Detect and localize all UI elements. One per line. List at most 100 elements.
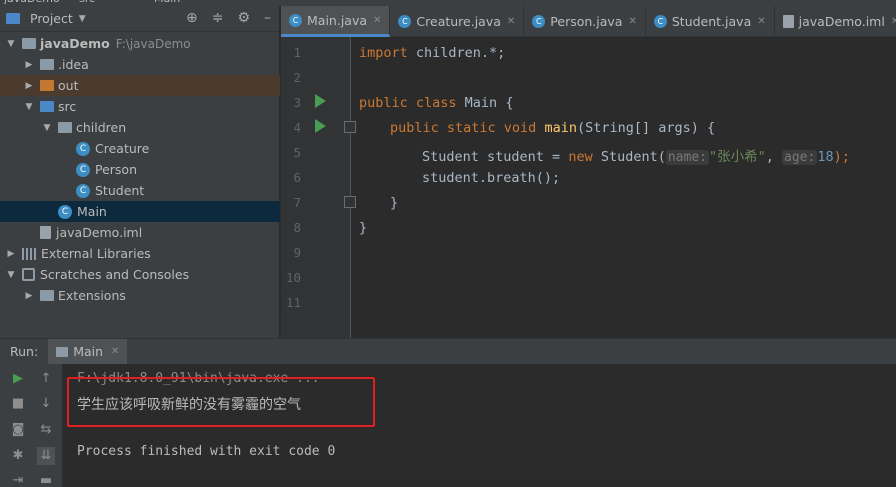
line-number: 7 — [293, 195, 301, 210]
close-icon[interactable]: ✕ — [111, 346, 119, 357]
close-icon[interactable]: ✕ — [757, 16, 765, 27]
code-line-4: public static void main(String[] args) { — [390, 120, 716, 136]
console-exit-line: Process finished with exit code 0 — [77, 444, 336, 459]
tree-item-label: Extensions — [58, 288, 126, 303]
chevron-down-icon[interactable]: ▼ — [42, 123, 52, 133]
breadcrumb-item[interactable]: Main — [154, 0, 180, 5]
code-line-5: Student student = new Student(name: "张小希"… — [422, 149, 850, 165]
close-icon[interactable]: ✕ — [628, 16, 636, 27]
run-toolbar: ▶ ↑ ■ ↓ ◙ ⇆ ✱ ⇊ ⇥ ▬ — [0, 364, 62, 487]
close-icon[interactable]: ✕ — [507, 16, 515, 27]
tab-main-java[interactable]: C Main.java ✕ — [281, 6, 391, 37]
rerun-icon[interactable]: ▶ — [9, 370, 27, 388]
breadcrumb-item[interactable]: javaDemo — [4, 0, 60, 5]
tree-item-src[interactable]: ▼ src — [0, 96, 280, 117]
tree-item-main[interactable]: C Main — [0, 201, 280, 222]
chevron-right-icon[interactable]: ▶ — [24, 291, 34, 301]
tab-label: Creature.java — [416, 14, 501, 29]
arrow-up-icon[interactable]: ↑ — [37, 370, 55, 388]
line-number: 8 — [293, 220, 301, 235]
tree-item-label: Main — [77, 204, 107, 219]
tab-creature-java[interactable]: C Creature.java ✕ — [390, 6, 525, 37]
gear-icon[interactable]: ⚙ — [237, 10, 250, 26]
tree-item--idea[interactable]: ▶ .idea — [0, 54, 280, 75]
arrow-down-icon[interactable]: ↓ — [37, 395, 55, 413]
tree-item-label: javaDemo — [40, 36, 110, 51]
tree-item-out[interactable]: ▶ out — [0, 75, 280, 96]
line-number: 10 — [285, 270, 301, 285]
run-tab-label: Main — [73, 344, 104, 359]
chevron-down-icon[interactable]: ▼ — [79, 14, 86, 24]
line-number: 11 — [285, 295, 301, 310]
code-line-3: public class Main { — [359, 95, 514, 111]
chevron-down-icon[interactable]: ▼ — [24, 102, 34, 112]
tree-item-extensions[interactable]: ▶ Extensions — [0, 285, 280, 306]
java-class-icon: C — [58, 204, 72, 219]
tree-item-javademo-iml[interactable]: javaDemo.iml — [0, 222, 280, 243]
tree-item-label: Student — [95, 183, 145, 198]
tab-javademo-iml[interactable]: javaDemo.iml ✕ — [775, 6, 896, 37]
chevron-right-icon[interactable]: ▶ — [6, 249, 16, 259]
folder-icon — [40, 59, 54, 70]
chevron-right-icon[interactable]: ▶ — [24, 60, 34, 70]
line-number: 9 — [293, 245, 301, 260]
editor-tabs: C Main.java ✕ C Creature.java ✕ C Person.java ✕ C… — [281, 6, 896, 37]
tree-item-children[interactable]: ▼ children — [0, 117, 280, 138]
chevron-right-icon[interactable]: ▶ — [24, 81, 34, 91]
breadcrumb-item[interactable]: src — [79, 0, 95, 5]
tree-item-label: Scratches and Consoles — [40, 267, 190, 282]
run-class-icon[interactable] — [315, 94, 326, 108]
parameter-hint: name: — [665, 150, 709, 165]
tree-item-javademo[interactable]: ▼ javaDemo F:\javaDemo — [0, 33, 280, 54]
tree-item-external-libraries[interactable]: ▶ External Libraries — [0, 243, 280, 264]
line-number: 4 — [293, 120, 301, 135]
code-line-7: } — [390, 195, 399, 211]
tree-item-student[interactable]: C Student — [0, 180, 280, 201]
tab-person-java[interactable]: C Person.java ✕ — [524, 6, 646, 37]
scroll-to-end-icon[interactable]: ⇊ — [37, 447, 55, 465]
project-view-selector[interactable]: Project — [30, 11, 73, 26]
parameter-hint: age: — [782, 150, 818, 165]
hide-icon[interactable]: – — [264, 10, 271, 26]
settings-icon[interactable]: ✱ — [9, 447, 27, 465]
tree-item-label: Person — [95, 162, 138, 177]
fold-marker-icon[interactable] — [344, 121, 356, 133]
file-icon — [782, 15, 794, 28]
camera-icon[interactable]: ◙ — [9, 421, 27, 439]
soft-wrap-icon[interactable]: ⇆ — [37, 421, 55, 439]
tab-label: Student.java — [671, 14, 752, 29]
close-icon[interactable]: ✕ — [373, 15, 381, 26]
file-icon — [40, 226, 51, 239]
java-class-icon: C — [76, 141, 90, 156]
tree-item-label: out — [58, 78, 79, 93]
tree-item-scratches-and-consoles[interactable]: ▼ Scratches and Consoles — [0, 264, 280, 285]
exit-icon[interactable]: ⇥ — [9, 472, 27, 487]
tree-item-person[interactable]: C Person — [0, 159, 280, 180]
run-tab-main[interactable]: Main ✕ — [48, 338, 128, 365]
print-icon[interactable]: ▬ — [37, 472, 55, 487]
line-number: 1 — [293, 45, 301, 60]
tab-label: javaDemo.iml — [798, 14, 885, 29]
collapse-all-icon[interactable]: ≑ — [212, 10, 224, 26]
close-icon[interactable]: ✕ — [891, 16, 896, 27]
code-line-6: student.breath(); — [422, 170, 561, 186]
chevron-down-icon[interactable]: ▼ — [6, 39, 16, 49]
run-main-icon[interactable] — [315, 119, 326, 133]
tab-student-java[interactable]: C Student.java ✕ — [646, 6, 775, 37]
tree-item-label: javaDemo.iml — [56, 225, 143, 240]
folder-icon — [40, 80, 54, 91]
tree-item-label: External Libraries — [41, 246, 151, 261]
folder-icon — [40, 101, 54, 112]
code-editor[interactable]: 1 2 3 4 5 6 7 8 9 10 11 import children.*; public … — [281, 37, 896, 338]
chevron-down-icon[interactable]: ▼ — [6, 270, 16, 280]
line-number: 5 — [293, 145, 301, 160]
editor-gutter: 1 2 3 4 5 6 7 8 9 10 11 — [281, 37, 351, 338]
stop-icon[interactable]: ■ — [9, 395, 27, 413]
java-class-icon: C — [76, 183, 90, 198]
tree-item-creature[interactable]: C Creature — [0, 138, 280, 159]
line-number: 6 — [293, 170, 301, 185]
tab-label: Person.java — [550, 14, 623, 29]
locate-icon[interactable]: ⊕ — [186, 10, 198, 26]
fold-marker-icon[interactable] — [344, 196, 356, 208]
tree-item-label: src — [58, 99, 77, 114]
